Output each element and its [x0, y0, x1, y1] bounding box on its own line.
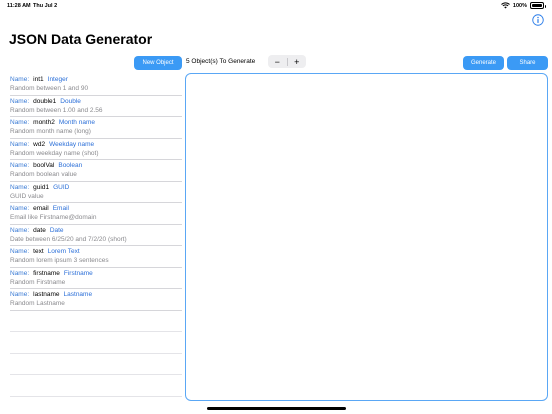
field-description: Random Firstname — [10, 278, 66, 286]
field-row[interactable]: Name: text Lorem Text Random lorem ipsum 3 … — [10, 246, 182, 268]
field-header: Name: date Date — [10, 227, 64, 234]
field-name: guid1 — [33, 183, 50, 191]
field-description: Random between 1.00 and 2.56 — [10, 106, 103, 114]
field-type: Lorem Text — [47, 248, 80, 255]
field-description: Random lorem ipsum 3 sentences — [10, 257, 109, 264]
field-type: Firstname — [63, 269, 93, 277]
field-header: Name: firstname Firstname — [10, 270, 93, 277]
field-description: Random between 1 and 90 — [10, 85, 89, 92]
field-name: text — [33, 248, 44, 255]
field-header: Name: month2 Month name — [10, 119, 95, 126]
field-row[interactable]: Name: int1 Integer Random between 1 and 90 — [10, 74, 182, 96]
status-date: Thu Jul 2 — [33, 3, 58, 9]
status-time: 11:28 AM — [7, 3, 31, 9]
field-name-label: Name: — [10, 97, 30, 105]
field-list: Name: int1 Integer Random between 1 and 90 N… — [10, 74, 182, 397]
field-row[interactable]: Name: firstname Firstname Random Firstname — [10, 268, 182, 289]
field-type: Weekday name — [49, 140, 95, 148]
increment-button[interactable]: + — [287, 55, 306, 68]
wifi-icon — [501, 2, 510, 9]
empty-list-row — [10, 311, 182, 332]
field-type: Double — [60, 97, 81, 105]
field-name: email — [33, 205, 49, 212]
field-description: Random weekday name (shot) — [10, 149, 99, 157]
object-count-stepper: − + — [268, 55, 306, 68]
status-indicators: 100% — [501, 2, 546, 9]
field-header: Name: wd2 Weekday name — [10, 141, 94, 148]
empty-list-row — [10, 375, 182, 397]
field-name-label: Name: — [10, 248, 30, 255]
field-header: Name: double1 Double — [10, 98, 81, 105]
field-row[interactable]: Name: double1 Double Random between 1.00 an… — [10, 96, 182, 117]
field-name: double1 — [33, 97, 57, 105]
field-type: Email — [52, 205, 69, 212]
home-indicator[interactable] — [207, 407, 346, 410]
field-description: GUID value — [10, 192, 44, 200]
field-name: date — [33, 226, 46, 234]
field-type: Month name — [58, 119, 95, 126]
battery-percent: 100% — [512, 2, 527, 9]
field-name: lastname — [33, 291, 60, 298]
field-row[interactable]: Name: guid1 GUID GUID value — [10, 182, 182, 203]
field-name: firstname — [33, 269, 60, 277]
field-name-label: Name: — [10, 76, 30, 83]
field-name-label: Name: — [10, 291, 30, 298]
decrement-button[interactable]: − — [268, 55, 287, 68]
json-output-area[interactable] — [185, 73, 548, 401]
field-row[interactable]: Name: email Email Email like Firstname@doma… — [10, 203, 182, 225]
page-title: JSON Data Generator — [9, 31, 153, 47]
object-count-label: 5 Object(s) To Generate — [186, 58, 256, 65]
field-name: boolVal — [33, 162, 55, 169]
field-type: Lastname — [63, 291, 93, 298]
field-type: GUID — [53, 183, 70, 191]
field-type: Boolean — [58, 162, 83, 169]
field-header: Name: int1 Integer — [10, 76, 68, 83]
field-type: Integer — [47, 76, 68, 83]
empty-list-row — [10, 332, 182, 354]
field-header: Name: text Lorem Text — [10, 248, 80, 255]
field-row[interactable]: Name: boolVal Boolean Random boolean value — [10, 160, 182, 182]
field-name-label: Name: — [10, 162, 30, 169]
share-button[interactable]: Share — [507, 56, 548, 70]
field-row[interactable]: Name: lastname Lastname Random Lastname — [10, 289, 182, 311]
field-description: Random month name (long) — [10, 128, 91, 135]
field-header: Name: lastname Lastname — [10, 291, 92, 298]
field-header: Name: email Email — [10, 205, 69, 212]
status-bar: 11:28 AM Thu Jul 2 100% — [0, 0, 552, 12]
field-row[interactable]: Name: wd2 Weekday name Random weekday name … — [10, 139, 182, 160]
field-description: Random boolean value — [10, 171, 77, 178]
field-row[interactable]: Name: date Date Date between 6/25/20 and 7/… — [10, 225, 182, 246]
field-name-label: Name: — [10, 183, 30, 191]
field-name: wd2 — [33, 140, 46, 148]
field-header: Name: guid1 GUID — [10, 184, 69, 191]
field-description: Email like Firstname@domain — [10, 214, 97, 221]
field-name-label: Name: — [10, 226, 30, 234]
generate-button[interactable]: Generate — [463, 56, 504, 70]
field-name-label: Name: — [10, 205, 30, 212]
battery-icon — [530, 2, 546, 9]
field-row[interactable]: Name: month2 Month name Random month name (… — [10, 117, 182, 139]
field-name-label: Name: — [10, 140, 30, 148]
field-description: Random Lastname — [10, 300, 65, 307]
field-header: Name: boolVal Boolean — [10, 162, 82, 169]
field-name: int1 — [33, 76, 44, 83]
new-object-button[interactable]: New Object — [134, 56, 182, 70]
field-name-label: Name: — [10, 269, 30, 277]
info-icon[interactable] — [532, 14, 544, 26]
empty-list-row — [10, 354, 182, 375]
field-name-label: Name: — [10, 119, 30, 126]
field-type: Date — [49, 226, 64, 234]
field-name: month2 — [33, 119, 55, 126]
field-description: Date between 6/25/20 and 7/2/20 (short) — [10, 235, 127, 243]
